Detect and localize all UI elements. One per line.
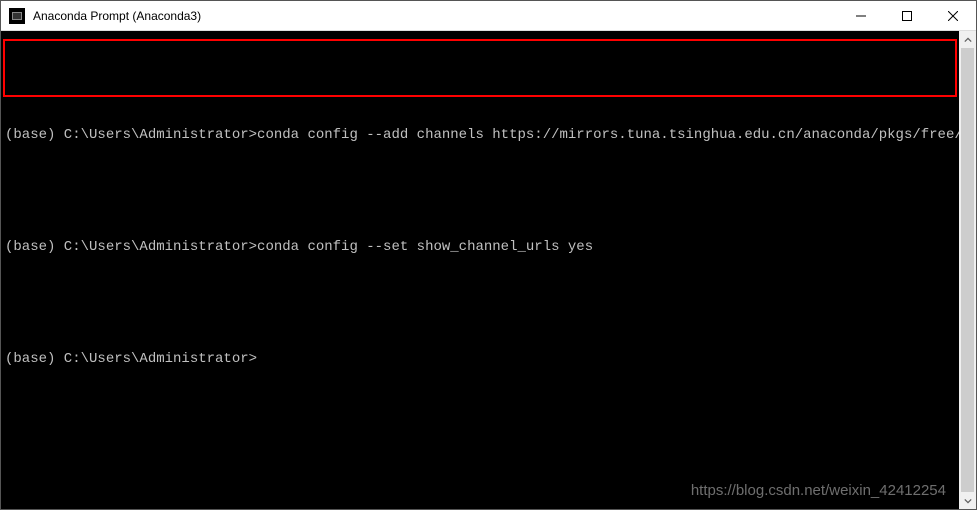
window-controls bbox=[838, 1, 976, 30]
maximize-button[interactable] bbox=[884, 1, 930, 30]
terminal-content[interactable]: (base) C:\Users\Administrator>conda conf… bbox=[1, 31, 959, 509]
titlebar[interactable]: Anaconda Prompt (Anaconda3) bbox=[1, 1, 976, 31]
close-button[interactable] bbox=[930, 1, 976, 30]
terminal-line bbox=[5, 73, 955, 85]
window-title: Anaconda Prompt (Anaconda3) bbox=[33, 9, 838, 23]
scroll-track[interactable] bbox=[959, 48, 976, 492]
minimize-button[interactable] bbox=[838, 1, 884, 30]
terminal-icon bbox=[9, 8, 25, 24]
anaconda-prompt-window: Anaconda Prompt (Anaconda3) (base) C:\Us… bbox=[0, 0, 977, 510]
scroll-down-arrow-icon[interactable] bbox=[959, 492, 976, 509]
terminal-line: (base) C:\Users\Administrator>conda conf… bbox=[5, 237, 955, 257]
terminal-body[interactable]: (base) C:\Users\Administrator>conda conf… bbox=[1, 31, 976, 509]
terminal-line bbox=[5, 185, 955, 197]
terminal-line bbox=[5, 297, 955, 309]
vertical-scrollbar[interactable] bbox=[959, 31, 976, 509]
terminal-line-prompt: (base) C:\Users\Administrator> bbox=[5, 349, 955, 369]
terminal-line: (base) C:\Users\Administrator>conda conf… bbox=[5, 125, 955, 145]
scroll-thumb[interactable] bbox=[961, 48, 974, 492]
scroll-up-arrow-icon[interactable] bbox=[959, 31, 976, 48]
